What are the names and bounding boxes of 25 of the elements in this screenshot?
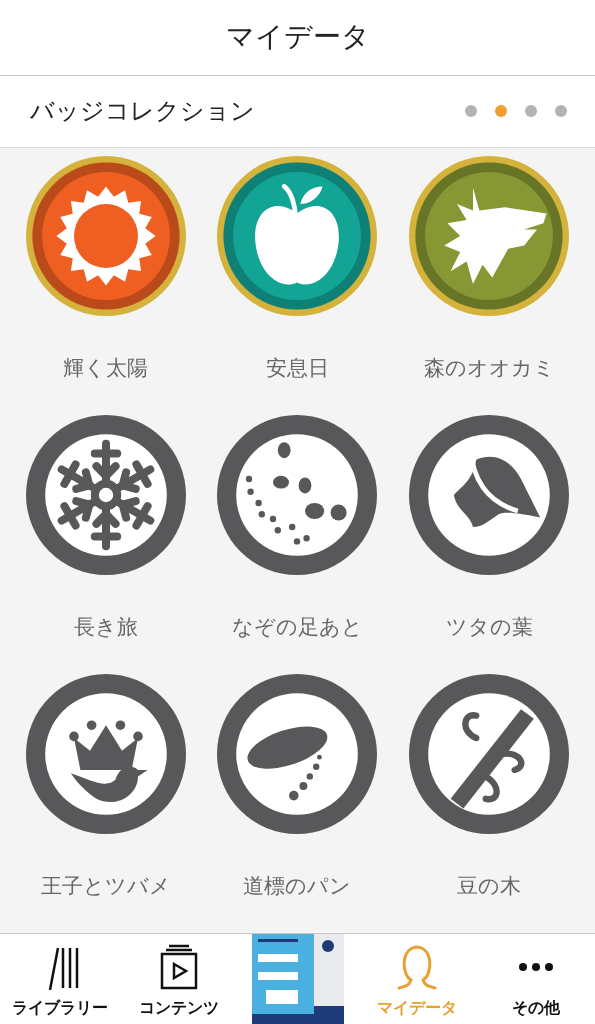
- beanstalk-badge-icon[interactable]: [409, 674, 570, 834]
- badge-name: 安息日: [266, 355, 329, 381]
- section-title: バッジコレクション: [30, 96, 255, 127]
- page-title: マイデータ: [225, 20, 370, 55]
- tab-button[interactable]: ライブラリー: [0, 934, 119, 1024]
- badge-name: なぞの足あと: [232, 614, 363, 640]
- tab-button[interactable]: その他: [476, 934, 595, 1024]
- sun-badge-icon[interactable]: [25, 156, 186, 316]
- leaf-badge-icon[interactable]: [409, 415, 570, 575]
- badge-name: 輝く太陽: [63, 355, 149, 381]
- wolf-badge-icon[interactable]: [409, 156, 570, 316]
- badge-name: 豆の木: [457, 873, 522, 899]
- bread-badge-icon[interactable]: [217, 674, 378, 834]
- badge-name: 王子とツバメ: [40, 873, 171, 899]
- badge-name: ツタの葉: [445, 614, 533, 640]
- badge-name: 道標のパン: [243, 873, 352, 899]
- snowflake-badge-icon[interactable]: [25, 415, 186, 575]
- video-stack-icon: [158, 944, 199, 990]
- footprints-badge-icon[interactable]: [217, 415, 378, 575]
- tab-button[interactable]: コンテンツ: [119, 934, 238, 1024]
- badge-name: 森のオオカミ: [423, 355, 555, 381]
- badge-name: 長き旅: [73, 614, 138, 640]
- apple-badge-icon[interactable]: [217, 156, 378, 316]
- crown-badge-icon[interactable]: [25, 674, 186, 834]
- more-icon: [517, 962, 554, 972]
